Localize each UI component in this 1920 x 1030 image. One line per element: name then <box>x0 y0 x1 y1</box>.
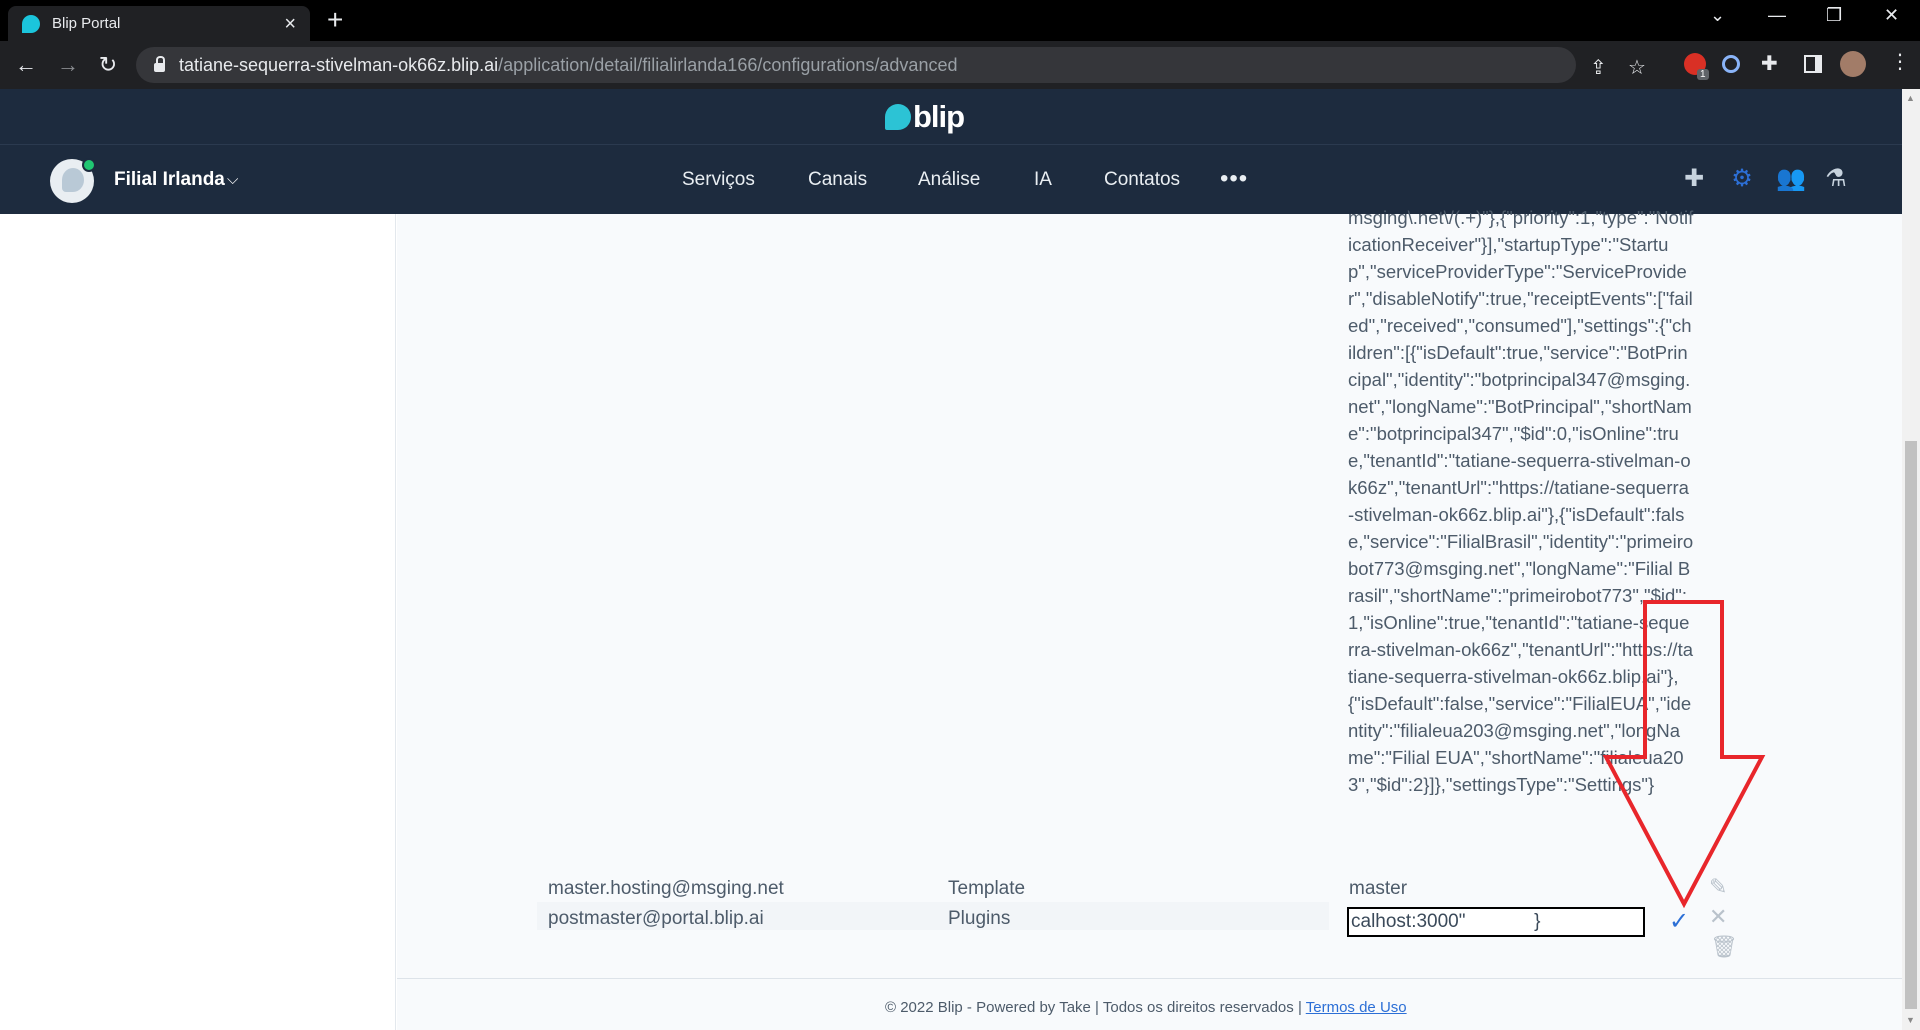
plugins-value-input[interactable]: calhost:3000" } <box>1347 907 1645 937</box>
config-json-value: msging\.net\/(.+)"},{"priority":1,"type"… <box>1348 207 1694 795</box>
blip-favicon-icon <box>22 14 40 33</box>
scroll-down-icon[interactable]: ▼ <box>1906 1015 1915 1025</box>
tab-search-icon[interactable]: ⌄ <box>1710 5 1725 26</box>
bot-name[interactable]: Filial Irlanda <box>114 169 225 191</box>
forward-icon[interactable]: → <box>52 49 84 81</box>
close-window-icon[interactable]: ✕ <box>1884 5 1899 26</box>
tab-title: Blip Portal <box>52 15 121 32</box>
url-path: /application/detail/filialirlanda166/con… <box>498 54 958 75</box>
scroll-thumb[interactable] <box>1905 441 1917 1009</box>
delete-trash-icon[interactable]: 🗑 <box>1710 934 1738 960</box>
url-host: tatiane-sequerra-stivelman-ok66z.blip.ai <box>179 54 499 75</box>
new-tab-icon[interactable]: + <box>327 6 343 34</box>
blip-logo[interactable]: blip <box>885 99 965 135</box>
nav-ia[interactable]: IA <box>1034 169 1052 191</box>
reload-icon[interactable]: ↻ <box>92 49 124 81</box>
bookmark-star-icon[interactable]: ☆ <box>1628 55 1646 80</box>
extension-badge: 1 <box>1697 69 1709 80</box>
row-domain: postmaster@portal.blip.ai <box>548 908 764 929</box>
more-menu-icon[interactable]: ••• <box>1220 165 1248 193</box>
blip-top-bar: blip <box>0 89 1902 144</box>
nav-analise[interactable]: Análise <box>918 169 980 191</box>
sidebar <box>0 214 396 1030</box>
restore-icon[interactable]: ❐ <box>1826 5 1842 26</box>
extensions-puzzle-icon[interactable]: ✚ <box>1761 51 1778 76</box>
settings-gear-icon[interactable]: ⚙ <box>1728 165 1756 193</box>
back-icon[interactable]: ← <box>10 49 42 81</box>
side-panel-icon[interactable] <box>1804 55 1822 73</box>
team-icon[interactable]: 👥 <box>1776 165 1806 193</box>
footer: © 2022 Blip - Powered by Take | Todos os… <box>397 978 1902 1030</box>
profile-avatar[interactable] <box>1840 51 1866 77</box>
footer-text: © 2022 Blip - Powered by Take | Todos os… <box>885 999 1407 1016</box>
browser-toolbar: ← → ↻ tatiane-sequerra-stivelman-ok66z.b… <box>0 41 1920 89</box>
row-name: Template <box>948 878 1026 899</box>
lab-flask-icon[interactable]: ⚗ <box>1822 165 1850 193</box>
row-value: master <box>1349 878 1408 899</box>
extension-blue-icon[interactable] <box>1722 55 1740 73</box>
nav-servicos[interactable]: Serviços <box>682 169 755 191</box>
page-scrollbar[interactable]: ▲ ▼ <box>1902 89 1920 1030</box>
minimize-icon[interactable]: — <box>1768 5 1786 26</box>
row-name: Plugins <box>948 908 1011 929</box>
footer-copyright: © 2022 Blip - Powered by Take | Todos os… <box>885 999 1306 1016</box>
browser-tab-bar: Blip Portal × + ⌄ — ❐ ✕ <box>0 0 1920 41</box>
logo-text: blip <box>913 99 965 134</box>
edit-pencil-icon[interactable]: ✎ <box>1709 874 1727 900</box>
extensions-puzzle-nav-icon[interactable]: ✚ <box>1680 165 1708 193</box>
terms-link[interactable]: Termos de Uso <box>1306 999 1407 1016</box>
scroll-up-icon[interactable]: ▲ <box>1906 93 1915 103</box>
browser-menu-icon[interactable]: ⋮ <box>1890 49 1910 74</box>
nav-canais[interactable]: Canais <box>808 169 867 191</box>
nav-contatos[interactable]: Contatos <box>1104 169 1180 191</box>
browser-tab[interactable]: Blip Portal × <box>8 6 310 41</box>
lock-icon <box>154 56 165 72</box>
cancel-x-icon[interactable]: ✕ <box>1709 904 1727 930</box>
share-icon[interactable]: ⇪ <box>1590 55 1607 80</box>
online-status-dot <box>82 158 96 172</box>
blip-logo-icon <box>885 104 911 130</box>
close-tab-icon[interactable]: × <box>284 14 296 34</box>
row-domain: master.hosting@msging.net <box>548 878 784 899</box>
confirm-check-icon[interactable]: ✓ <box>1669 907 1689 936</box>
chevron-down-icon[interactable]: ⌵ <box>227 171 238 188</box>
address-bar[interactable]: tatiane-sequerra-stivelman-ok66z.blip.ai… <box>136 47 1646 83</box>
advanced-configurations: msging\.net\/(.+)"},{"priority":1,"type"… <box>397 207 1902 1030</box>
